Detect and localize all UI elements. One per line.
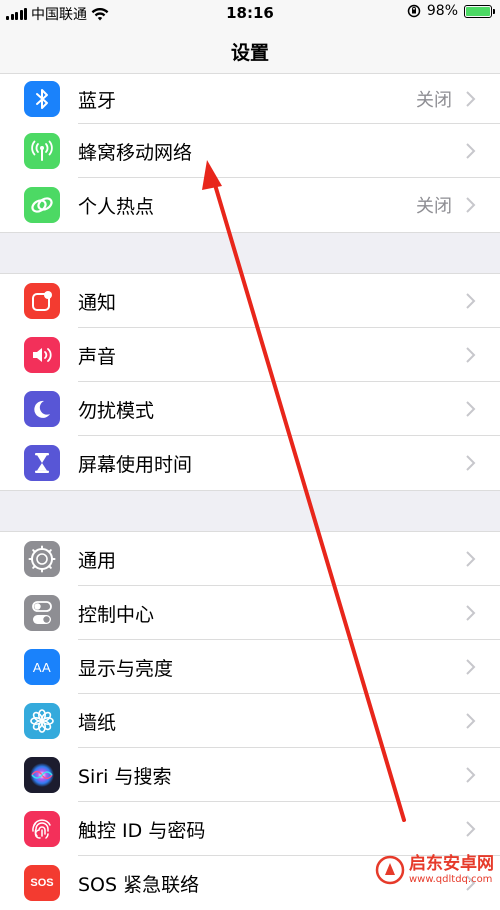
row-control-center[interactable]: 控制中心 bbox=[0, 586, 500, 640]
chevron-right-icon bbox=[466, 767, 476, 783]
row-label: 个人热点 bbox=[78, 195, 155, 218]
watermark-name: 启东安卓网 bbox=[409, 853, 494, 874]
watermark-url: www.qdltdq.com bbox=[409, 873, 493, 885]
row-label: 声音 bbox=[78, 345, 117, 368]
chevron-right-icon bbox=[466, 821, 476, 837]
display-icon: AA bbox=[24, 649, 60, 685]
chevron-right-icon bbox=[466, 347, 476, 363]
row-siri-search[interactable]: Siri 与搜索 bbox=[0, 748, 500, 802]
cellular-icon bbox=[24, 133, 60, 169]
chevron-right-icon bbox=[466, 143, 476, 159]
row-screen-time[interactable]: 屏幕使用时间 bbox=[0, 436, 500, 490]
row-general[interactable]: 通用 bbox=[0, 532, 500, 586]
row-label: SOS 紧急联络 bbox=[78, 873, 200, 896]
chevron-right-icon bbox=[466, 197, 476, 213]
gear-icon bbox=[24, 541, 60, 577]
settings-list: 蓝牙 关闭 蜂窝移动网络 个人热点 关闭 通知 声音 勿扰模式 屏幕使用时间 通… bbox=[0, 74, 500, 910]
chevron-right-icon bbox=[466, 455, 476, 471]
chevron-right-icon bbox=[466, 713, 476, 729]
sos-icon: SOS bbox=[24, 865, 60, 901]
bluetooth-icon bbox=[24, 81, 60, 117]
row-hotspot[interactable]: 个人热点 关闭 bbox=[0, 178, 500, 232]
chevron-right-icon bbox=[466, 659, 476, 675]
hotspot-icon bbox=[24, 187, 60, 223]
row-cellular[interactable]: 蜂窝移动网络 bbox=[0, 124, 500, 178]
row-value: 关闭 bbox=[416, 90, 452, 111]
row-label: 控制中心 bbox=[78, 603, 155, 626]
row-bluetooth[interactable]: 蓝牙 关闭 bbox=[0, 74, 500, 124]
status-right: 98% bbox=[407, 3, 495, 19]
orientation-lock-icon bbox=[407, 4, 421, 18]
row-label: Siri 与搜索 bbox=[78, 765, 172, 788]
battery-percent: 98% bbox=[426, 3, 458, 19]
chevron-right-icon bbox=[466, 605, 476, 621]
row-label: 通用 bbox=[78, 549, 117, 572]
toggles-icon bbox=[24, 595, 60, 631]
row-label: 显示与亮度 bbox=[78, 657, 174, 680]
row-notifications[interactable]: 通知 bbox=[0, 274, 500, 328]
sound-icon bbox=[24, 337, 60, 373]
section-separator bbox=[0, 490, 500, 532]
watermark: 启东安卓网 www.qdltdq.com bbox=[375, 855, 494, 885]
siri-icon bbox=[24, 757, 60, 793]
notifications-icon bbox=[24, 283, 60, 319]
chevron-right-icon bbox=[466, 551, 476, 567]
chevron-right-icon bbox=[466, 293, 476, 309]
row-value: 关闭 bbox=[416, 196, 452, 217]
chevron-right-icon bbox=[466, 91, 476, 107]
navigation-bar: 设置 bbox=[0, 28, 500, 74]
row-touch-id-passcode[interactable]: 触控 ID 与密码 bbox=[0, 802, 500, 856]
watermark-logo-icon bbox=[375, 855, 405, 885]
section-separator bbox=[0, 232, 500, 274]
row-label: 蜂窝移动网络 bbox=[78, 141, 193, 164]
row-display-brightness[interactable]: AA 显示与亮度 bbox=[0, 640, 500, 694]
page-title: 设置 bbox=[230, 42, 269, 64]
row-label: 触控 ID 与密码 bbox=[78, 819, 206, 842]
row-label: 蓝牙 bbox=[78, 89, 117, 112]
moon-icon bbox=[24, 391, 60, 427]
row-label: 墙纸 bbox=[78, 711, 117, 734]
wallpaper-icon bbox=[24, 703, 60, 739]
sos-icon-text: SOS bbox=[30, 877, 54, 889]
status-bar: 中国联通 18:16 98% bbox=[0, 0, 500, 28]
chevron-right-icon bbox=[466, 401, 476, 417]
row-wallpaper[interactable]: 墙纸 bbox=[0, 694, 500, 748]
row-label: 通知 bbox=[78, 291, 117, 314]
row-label: 屏幕使用时间 bbox=[78, 453, 193, 476]
fingerprint-icon bbox=[24, 811, 60, 847]
hourglass-icon bbox=[24, 445, 60, 481]
row-label: 勿扰模式 bbox=[78, 399, 155, 422]
battery-icon bbox=[464, 4, 495, 18]
row-sound[interactable]: 声音 bbox=[0, 328, 500, 382]
row-do-not-disturb[interactable]: 勿扰模式 bbox=[0, 382, 500, 436]
display-icon-text: AA bbox=[32, 659, 52, 675]
